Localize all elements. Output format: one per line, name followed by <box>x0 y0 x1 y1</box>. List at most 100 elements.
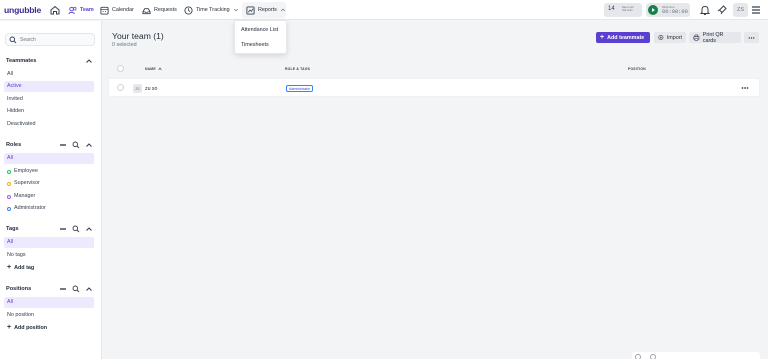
import-button[interactable]: Import <box>654 32 686 43</box>
positions-title: Positions <box>6 286 32 292</box>
add-teammate-button[interactable]: + Add teammate <box>596 32 650 43</box>
chat-icon[interactable] <box>650 354 656 359</box>
top-bar: ungubble Team Calendar Requests Time Tra… <box>0 0 768 20</box>
roles-supervisor[interactable]: Supervisor <box>4 178 94 189</box>
import-label: Import <box>666 34 682 41</box>
search-icon <box>9 36 17 44</box>
roles-title: Roles <box>6 142 22 148</box>
help-icon[interactable] <box>635 354 641 359</box>
roles-all[interactable]: All <box>4 153 94 164</box>
chevron-up-icon[interactable] <box>85 225 93 233</box>
roles-employee[interactable]: Employee <box>4 166 94 177</box>
table-row[interactable]: ZS zu so Administrator <box>108 78 760 97</box>
roles-manager[interactable]: Manager <box>4 191 94 202</box>
menu-icon[interactable] <box>750 4 762 16</box>
nav-time-tracking[interactable]: Time Tracking <box>184 4 239 16</box>
timer-widget: Work time 00:00:00 <box>646 3 690 17</box>
clock-icon <box>184 5 193 15</box>
collapse-icon[interactable] <box>59 225 67 233</box>
team-icon <box>68 6 77 14</box>
nav-reports-label: Reports <box>258 7 277 13</box>
nav-team-label: Team <box>80 7 94 13</box>
nav-requests[interactable]: Requests <box>142 4 177 16</box>
roles-administrator[interactable]: Administrator <box>4 203 94 214</box>
play-button[interactable] <box>648 5 658 15</box>
roles-manager-label: Manager <box>14 193 36 199</box>
header-role-tags: ROLE & TAGS <box>285 67 311 71</box>
more-horizontal-icon[interactable] <box>741 85 749 91</box>
selected-count: 0 selected <box>112 42 137 48</box>
import-icon <box>658 35 664 40</box>
teammates-hidden[interactable]: Hidden <box>4 106 94 117</box>
reports-dropdown: Attendance List Timesheets <box>234 20 287 54</box>
chevron-down-icon <box>233 8 238 12</box>
menu-item-timesheets[interactable]: Timesheets <box>241 42 269 48</box>
add-position-label: Add position <box>14 324 48 331</box>
home-icon[interactable] <box>49 4 61 16</box>
user-avatar[interactable]: ZS <box>733 3 748 17</box>
search-input[interactable] <box>20 36 92 44</box>
header-name[interactable]: NAME <box>145 67 156 71</box>
row-avatar: ZS <box>133 84 142 93</box>
brand-name: ungubble <box>4 5 42 15</box>
chart-icon <box>246 5 255 15</box>
add-tag-link[interactable]: + Add tag <box>7 264 34 271</box>
chevron-up-icon[interactable] <box>85 285 93 293</box>
chevron-up-icon[interactable] <box>85 57 93 65</box>
timer-value: 00:00:00 <box>662 9 688 15</box>
teammates-deactivated[interactable]: Deactivated <box>4 119 94 130</box>
teammates-active[interactable]: Active <box>4 81 94 92</box>
tags-tools <box>59 225 93 233</box>
row-name[interactable]: zu so <box>145 86 157 92</box>
notifications-icon[interactable] <box>699 4 711 16</box>
bottom-widget <box>632 352 760 359</box>
search-icon[interactable] <box>72 141 80 149</box>
menu-item-attendance-list[interactable]: Attendance List <box>241 27 278 33</box>
plus-icon: + <box>7 324 12 331</box>
brand-logo[interactable]: ungubble <box>4 5 41 15</box>
add-teammate-label: Add teammate <box>607 34 645 41</box>
collapse-icon[interactable] <box>59 141 67 149</box>
page-title: Your team (1) <box>112 31 164 41</box>
search-box[interactable] <box>5 33 95 46</box>
plus-icon: + <box>600 34 605 41</box>
plus-icon: + <box>7 264 12 271</box>
nav-reports[interactable]: Reports <box>246 4 286 16</box>
collapse-icon[interactable] <box>59 285 67 293</box>
rocket-icon[interactable] <box>716 4 728 16</box>
trial-days-badge[interactable]: 14 Days until trial ends <box>604 3 642 17</box>
table-header: NAME ROLE & TAGS POSITION <box>108 60 760 77</box>
chevron-up-icon <box>280 8 285 12</box>
teammates-all[interactable]: All <box>4 69 94 80</box>
chevron-up-icon[interactable] <box>85 141 93 149</box>
printer-icon <box>693 34 700 41</box>
supervisor-dot-icon <box>7 181 11 186</box>
search-icon[interactable] <box>72 225 80 233</box>
add-position-link[interactable]: + Add position <box>7 324 47 331</box>
calendar-icon <box>100 6 109 15</box>
select-all-checkbox[interactable] <box>117 65 124 72</box>
teammates-invited[interactable]: Invited <box>4 94 94 105</box>
roles-employee-label: Employee <box>14 168 38 174</box>
teammates-tools <box>85 57 93 65</box>
roles-administrator-label: Administrator <box>14 205 46 211</box>
more-actions-button[interactable] <box>744 32 759 43</box>
administrator-dot-icon <box>7 206 11 211</box>
sort-up-icon[interactable] <box>158 67 162 71</box>
tags-none[interactable]: No tags <box>4 250 94 261</box>
positions-tools <box>59 285 93 293</box>
row-checkbox[interactable] <box>117 84 124 91</box>
positions-all[interactable]: All <box>4 297 94 308</box>
positions-none[interactable]: No position <box>4 310 94 321</box>
add-tag-label: Add tag <box>14 264 35 271</box>
print-qr-button[interactable]: Print QR cards <box>689 31 741 44</box>
requests-icon <box>142 7 151 14</box>
nav-team[interactable]: Team <box>68 4 94 16</box>
print-qr-label: Print QR cards <box>702 31 724 44</box>
row-role-badge: Administrator <box>286 85 314 92</box>
search-icon[interactable] <box>72 285 80 293</box>
nav-calendar[interactable]: Calendar <box>100 4 134 16</box>
nav-time-tracking-label: Time Tracking <box>196 7 230 13</box>
header-position: POSITION <box>628 67 646 71</box>
tags-all[interactable]: All <box>4 237 94 248</box>
